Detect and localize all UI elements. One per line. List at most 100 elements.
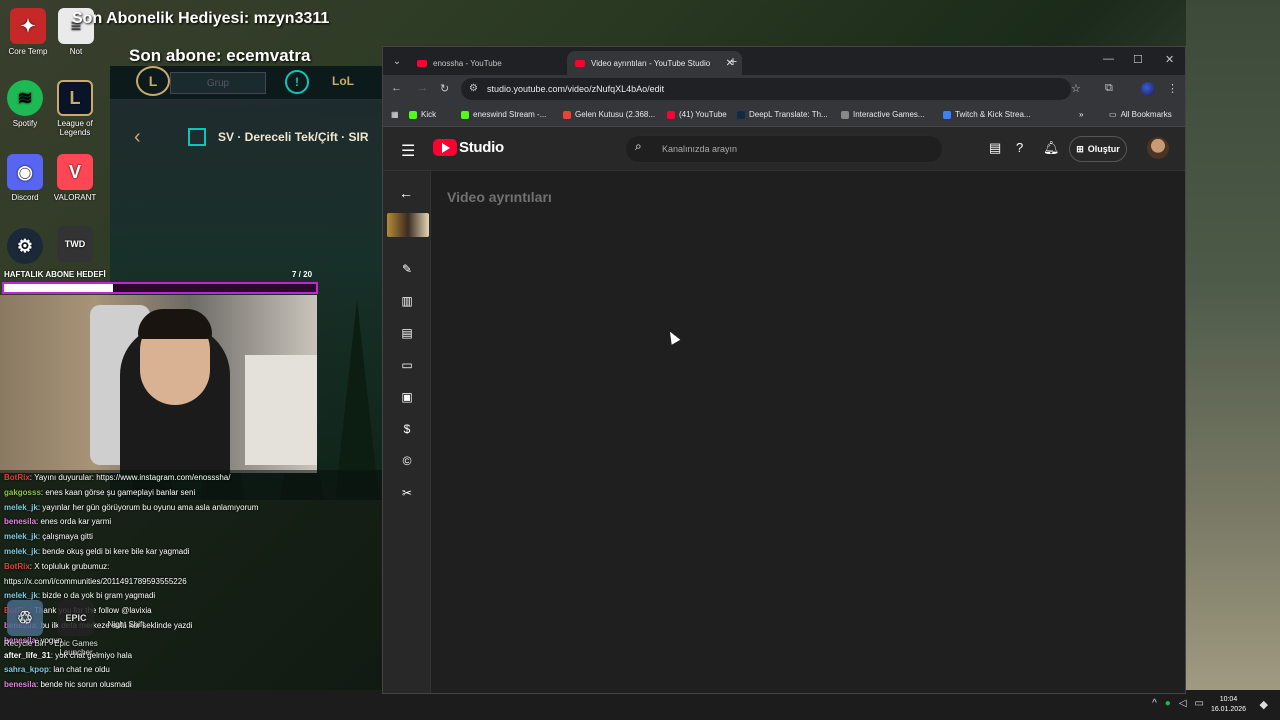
bookmark-label: (41) YouTube	[679, 110, 727, 119]
channel-search-input[interactable]: Kanalınızda arayın	[625, 135, 943, 163]
editor-icon[interactable]: ▤	[399, 325, 415, 341]
bookmark-item[interactable]: Gelen Kutusu (2.368...	[563, 110, 655, 119]
tab-bar: ⌄ enossha - YouTube ✕ Video ayrıntıları …	[383, 47, 1185, 75]
desktop-icon-recycle-bin[interactable]: ♲ Recycle Bin	[0, 600, 53, 648]
comments-icon[interactable]: ▭	[399, 357, 415, 373]
notifications-icon[interactable]: 🔔︎	[1043, 140, 1060, 156]
desktop-icon-league[interactable]: L League of Legends	[47, 80, 103, 137]
reload-icon[interactable]: ↻	[440, 82, 449, 95]
network-icon[interactable]: ▭	[1195, 698, 1204, 709]
chat-username[interactable]: melek_jk	[4, 547, 38, 556]
chat-username[interactable]: gakgosss	[4, 488, 41, 497]
help-icon[interactable]: ?	[1016, 140, 1023, 155]
desktop-icon-epic[interactable]: EPIC Epic Games Launcher	[48, 600, 104, 657]
url-text: studio.youtube.com/video/zNufqXL4bAo/edi…	[487, 84, 665, 94]
chevron-up-icon[interactable]: ^	[1152, 698, 1157, 709]
bookmark-favicon-icon	[943, 110, 951, 119]
back-icon[interactable]: ←	[391, 82, 402, 94]
address-bar[interactable]: studio.youtube.com/video/zNufqXL4bAo/edi…	[461, 78, 1071, 100]
monetization-icon[interactable]: $	[399, 421, 415, 437]
stream-chat: BotRix: Yayını duyurular: https://www.in…	[0, 470, 382, 720]
bookmark-favicon-icon	[563, 110, 571, 119]
all-bookmarks-label: All Bookmarks	[1120, 110, 1172, 119]
desktop-icon-label: Spotify	[12, 119, 38, 128]
analytics-icon[interactable]: ▥	[399, 293, 415, 309]
desktop-icon-valorant[interactable]: V VALORANT	[47, 154, 103, 202]
new-tab-icon[interactable]: +	[729, 53, 737, 69]
bookmark-item[interactable]: Interactive Games...	[841, 110, 925, 119]
site-info-icon[interactable]: ⚙	[469, 83, 478, 94]
taskbar-clock[interactable]: 10:04 16.01.2026	[1211, 695, 1246, 715]
bookmark-star-icon[interactable]: ☆	[1071, 82, 1081, 95]
chat-text: : enes orda kar yarmi	[36, 517, 112, 527]
forward-icon[interactable]: →	[417, 82, 428, 94]
edit-pencil-icon[interactable]: ✎	[399, 261, 415, 277]
chat-username[interactable]: benesila	[4, 517, 36, 526]
bookmark-item[interactable]: Kick	[409, 110, 436, 119]
maximize-icon[interactable]: ☐	[1133, 53, 1143, 66]
back-arrow-icon[interactable]: ←	[399, 185, 413, 201]
bookmark-label: Interactive Games...	[853, 110, 925, 119]
feedback-icon[interactable]: ▤	[989, 140, 1001, 156]
chat-username[interactable]: melek_jk	[4, 532, 38, 541]
epic-games-icon: EPIC	[58, 600, 94, 636]
chat-username[interactable]: BotRix	[4, 562, 30, 571]
all-bookmarks-link[interactable]: ▭ All Bookmarks	[1109, 110, 1172, 119]
desktop-icon-night-shift[interactable]: Night Shift	[98, 620, 154, 629]
desktop-icon-walking-dead[interactable]: TWD	[47, 226, 103, 265]
create-button[interactable]: ⊞ Oluştur	[1069, 136, 1127, 162]
chevron-left-icon[interactable]: ‹	[134, 126, 141, 149]
tab-search-icon[interactable]: ⌄	[389, 53, 405, 69]
chat-text: : yayınlar her gün görüyorum bu oyunu am…	[37, 502, 259, 512]
desktop-icon-label: Night Shift	[107, 620, 145, 629]
bookmark-item[interactable]: Twitch & Kick Strea...	[943, 110, 1031, 119]
apps-grid-icon[interactable]: ▦	[391, 110, 399, 119]
chat-username[interactable]: BotRix	[4, 473, 30, 482]
extensions-icon[interactable]: ⧉	[1105, 82, 1113, 95]
create-label: Oluştur	[1087, 144, 1120, 154]
bookmark-favicon-icon	[667, 110, 675, 119]
chat-username[interactable]: melek_jk	[4, 503, 38, 512]
clips-icon[interactable]: ✂	[399, 485, 415, 501]
chat-message: benesila: enes orda kar yarmi	[4, 514, 111, 530]
search-icon[interactable]: ⌕	[635, 139, 642, 154]
game-mode-label: SV · Dereceli Tek/Çift · SIR	[218, 130, 369, 144]
bookmark-item[interactable]: DeepL Translate: Th...	[737, 110, 828, 119]
chat-username[interactable]: benesila	[4, 680, 36, 689]
desktop-icon-discord[interactable]: ◉ Discord	[0, 154, 53, 202]
desktop-icon-spotify[interactable]: ≋ Spotify	[0, 80, 53, 128]
close-window-icon[interactable]: ✕	[1165, 53, 1174, 66]
browser-menu-icon[interactable]: ⋮	[1167, 82, 1178, 95]
tab-youtube[interactable]: enossha - YouTube ✕	[409, 51, 584, 75]
desktop-icon-label: League of Legends	[57, 119, 93, 137]
spotify-tray-icon[interactable]: ●	[1165, 698, 1171, 709]
chat-text: https://x.com/i/communities/201149178959…	[4, 576, 187, 586]
chat-username[interactable]: sahra_kpop	[4, 665, 49, 674]
bookmark-item[interactable]: eneswind Stream -...	[461, 110, 546, 119]
account-avatar[interactable]	[1147, 137, 1169, 159]
bookmark-label: DeepL Translate: Th...	[749, 110, 828, 119]
hamburger-menu-icon[interactable]: ☰	[401, 141, 415, 161]
lol-logo-icon: L	[136, 66, 170, 96]
lol-alert-icon[interactable]: !	[285, 70, 309, 94]
subtitles-icon[interactable]: ▣	[399, 389, 415, 405]
create-video-icon: ⊞	[1076, 143, 1084, 154]
clock-time: 10:04	[1219, 696, 1238, 703]
desktop-icon-steam[interactable]: ⚙	[0, 228, 53, 267]
chat-username[interactable]: after_life_31	[4, 651, 51, 660]
video-thumbnail[interactable]	[387, 213, 429, 237]
copyright-icon[interactable]: ©	[399, 453, 415, 469]
tab-studio[interactable]: Video ayrıntıları - YouTube Studio ✕	[567, 51, 742, 75]
lol-label: LoL	[332, 74, 354, 88]
lol-group-button[interactable]: Grup	[170, 72, 266, 94]
studio-header: ☰ Studio Kanalınızda arayın ⌕ ▤ ? 🔔︎ ⊞ O…	[383, 127, 1185, 171]
chevron-double-right-icon[interactable]: »	[1079, 110, 1083, 119]
minimize-icon[interactable]: —	[1103, 53, 1114, 65]
studio-logo-text[interactable]: Studio	[459, 139, 504, 156]
volume-icon[interactable]: ◁	[1179, 698, 1187, 709]
tab-title: enossha - YouTube	[433, 58, 502, 68]
youtube-logo-icon[interactable]	[433, 139, 457, 156]
bookmark-item[interactable]: (41) YouTube	[667, 110, 727, 119]
profile-avatar[interactable]	[1141, 82, 1155, 96]
notification-icon[interactable]: ◆	[1260, 698, 1268, 711]
